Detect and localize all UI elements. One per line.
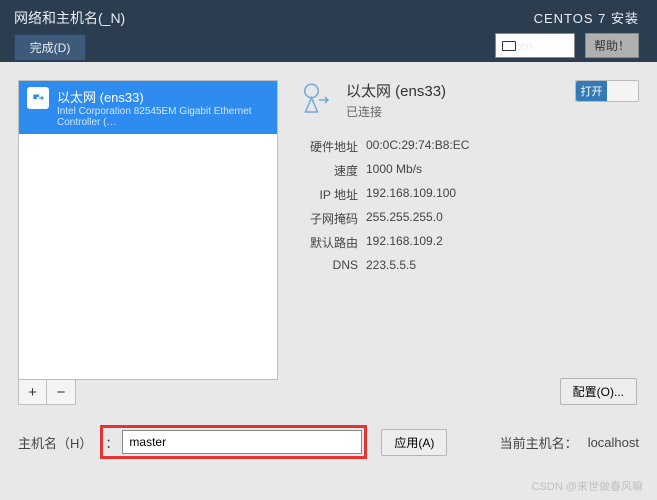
toggle-off-side	[607, 81, 638, 101]
default-route-value: 192.168.109.2	[366, 234, 639, 251]
network-device-list[interactable]: 以太网 (ens33) Intel Corporation 82545EM Gi…	[18, 80, 278, 380]
connection-name: 以太网 (ens33)	[346, 80, 565, 101]
hostname-row: 主机名（H） ： 应用(A) 当前主机名： localhost	[0, 415, 657, 473]
ethernet-icon	[27, 87, 49, 109]
speed-label: 速度	[296, 162, 358, 179]
ip-address-label: IP 地址	[296, 186, 358, 203]
hw-address-value: 00:0C:29:74:B8:EC	[366, 138, 639, 155]
keyboard-icon	[502, 41, 516, 51]
hostname-label: 主机名（H）	[18, 433, 92, 452]
apply-hostname-button[interactable]: 应用(A)	[381, 429, 447, 456]
add-device-button[interactable]: +	[19, 380, 47, 404]
page-title: 网络和主机名(_N)	[14, 8, 125, 28]
hostname-highlight-box: ：	[100, 425, 367, 459]
hw-address-label: 硬件地址	[296, 138, 358, 155]
done-button[interactable]: 完成(D)	[14, 34, 86, 61]
toggle-on-label: 打开	[576, 81, 607, 101]
connection-details: 硬件地址 00:0C:29:74:B8:EC 速度 1000 Mb/s IP 地…	[296, 138, 639, 272]
main-area: 以太网 (ens33) Intel Corporation 82545EM Gi…	[0, 62, 657, 415]
add-remove-toolbar: + −	[18, 380, 76, 405]
installer-title: CENTOS 7 安装	[534, 8, 639, 27]
hostname-colon: ：	[105, 433, 118, 452]
default-route-label: 默认路由	[296, 234, 358, 251]
subnet-mask-value: 255.255.255.0	[366, 210, 639, 227]
network-device-item[interactable]: 以太网 (ens33) Intel Corporation 82545EM Gi…	[19, 81, 277, 134]
watermark-text: CSDN @来世做春风嘛	[532, 478, 643, 494]
current-hostname-value: localhost	[588, 435, 639, 450]
keyboard-layout-selector[interactable]: cn	[495, 33, 575, 58]
device-name: 以太网 (ens33)	[57, 87, 269, 106]
remove-device-button[interactable]: −	[47, 380, 75, 404]
subnet-mask-label: 子网掩码	[296, 210, 358, 227]
ip-address-value: 192.168.109.100	[366, 186, 639, 203]
ethernet-large-icon	[296, 80, 336, 120]
connection-toggle[interactable]: 打开	[575, 80, 639, 102]
dns-value: 223.5.5.5	[366, 258, 639, 272]
dns-label: DNS	[296, 258, 358, 272]
device-description: Intel Corporation 82545EM Gigabit Ethern…	[57, 106, 269, 128]
hostname-input[interactable]	[122, 430, 362, 454]
connection-status: 已连接	[346, 103, 565, 120]
top-bar: 网络和主机名(_N) 完成(D) CENTOS 7 安装 cn 帮助！	[0, 0, 657, 62]
configure-button[interactable]: 配置(O)...	[560, 378, 637, 405]
current-hostname-label: 当前主机名：	[500, 433, 578, 452]
keyboard-layout-code: cn	[520, 39, 533, 53]
speed-value: 1000 Mb/s	[366, 162, 639, 179]
help-button[interactable]: 帮助！	[585, 33, 639, 58]
